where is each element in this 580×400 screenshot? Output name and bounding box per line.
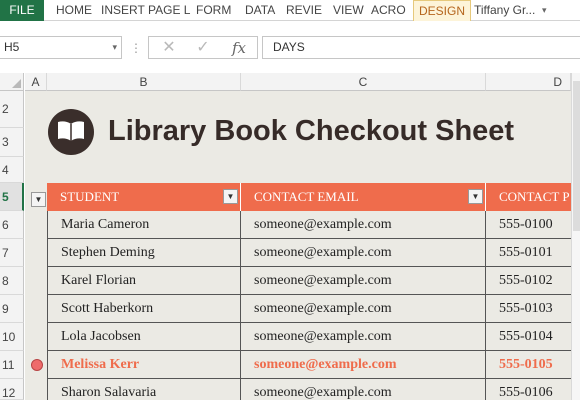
table-cell-student[interactable]: Scott Haberkorn	[47, 295, 241, 323]
tab-home[interactable]: HOME	[56, 0, 92, 21]
table-header-label: STUDENT	[60, 189, 120, 204]
user-account-name[interactable]: Tiffany Gr...	[474, 0, 535, 21]
tab-acrobat[interactable]: ACRO	[371, 0, 406, 21]
ribbon-tab-bar: FILE HOME INSERT PAGE L FORM DATA REVIE …	[0, 0, 580, 21]
table-cell-student[interactable]: Stephen Deming	[47, 239, 241, 267]
tab-page-layout[interactable]: PAGE L	[148, 0, 190, 21]
row-header-6[interactable]: 6	[0, 211, 24, 239]
tab-insert[interactable]: INSERT	[101, 0, 145, 21]
row-header-3[interactable]: 3	[0, 128, 24, 157]
name-box[interactable]: H5 ▾	[0, 36, 122, 59]
drag-handle-icon[interactable]: ⋮	[130, 41, 143, 55]
enter-icon[interactable]: ✓	[189, 38, 217, 58]
row-header-11[interactable]: 11	[0, 351, 24, 379]
table-cell-student[interactable]: Lola Jacobsen	[47, 323, 241, 351]
row-header-12[interactable]: 12	[0, 379, 24, 400]
column-header-d[interactable]: D	[486, 73, 571, 91]
column-header-c[interactable]: C	[241, 73, 486, 91]
select-all-button[interactable]	[0, 73, 24, 91]
table-header-contact-email[interactable]: CONTACT EMAIL ▼	[241, 183, 486, 211]
table-header-label: CONTACT EMAIL	[254, 189, 359, 204]
row-header-5[interactable]: 5	[0, 183, 24, 211]
table-cell-phone[interactable]: 555-0100	[486, 211, 571, 239]
tab-file[interactable]: FILE	[0, 0, 44, 21]
row-header-4[interactable]: 4	[0, 157, 24, 183]
table-cell-email[interactable]: someone@example.com	[241, 295, 486, 323]
chevron-down-icon[interactable]: ▾	[112, 37, 117, 58]
scrollbar-thumb[interactable]	[573, 81, 580, 231]
table-cell-email[interactable]: someone@example.com	[241, 379, 486, 400]
table-cell-phone[interactable]: 555-0102	[486, 267, 571, 295]
tab-formulas[interactable]: FORM	[196, 0, 231, 21]
table-header-label: CONTACT P	[499, 189, 570, 204]
table-cell-student[interactable]: Sharon Salavaria	[47, 379, 241, 400]
tab-review[interactable]: REVIE	[286, 0, 322, 21]
vertical-scrollbar[interactable]	[571, 73, 580, 400]
table-cell-phone[interactable]: 555-0101	[486, 239, 571, 267]
table-cell-phone[interactable]: 555-0106	[486, 379, 571, 400]
table-cell-email[interactable]: someone@example.com	[241, 323, 486, 351]
table-cell-student[interactable]: Maria Cameron	[47, 211, 241, 239]
table-header-contact-phone[interactable]: CONTACT P	[486, 183, 571, 211]
row-header-2[interactable]: 2	[0, 91, 24, 128]
row-header-8[interactable]: 8	[0, 267, 24, 295]
table-cell-email[interactable]: someone@example.com	[241, 267, 486, 295]
table-cell-phone[interactable]: 555-0104	[486, 323, 571, 351]
formula-buttons: ✕ ✓ fx	[148, 36, 258, 59]
chevron-down-icon[interactable]: ▾	[542, 0, 547, 21]
table-cell-email-highlighted[interactable]: someone@example.com	[241, 351, 486, 379]
tab-design[interactable]: DESIGN	[413, 0, 472, 21]
table-cell-student-highlighted[interactable]: Melissa Kerr	[47, 351, 241, 379]
sheet-title: Library Book Checkout Sheet	[108, 115, 515, 147]
select-all-triangle	[12, 79, 21, 88]
table-cell-email[interactable]: someone@example.com	[241, 239, 486, 267]
name-box-value: H5	[4, 40, 20, 54]
row-header-10[interactable]: 10	[0, 323, 24, 351]
formula-input[interactable]: DAYS	[262, 36, 580, 59]
row-header-7[interactable]: 7	[0, 239, 24, 267]
overdue-marker-icon	[31, 359, 43, 371]
insert-function-icon[interactable]: fx	[225, 38, 253, 58]
tab-data[interactable]: DATA	[245, 0, 275, 21]
filter-dropdown-button[interactable]: ▼	[223, 189, 238, 204]
table-cell-phone[interactable]: 555-0103	[486, 295, 571, 323]
column-header-b[interactable]: B	[47, 73, 241, 91]
column-header-a[interactable]: A	[25, 73, 47, 91]
row-header-9[interactable]: 9	[0, 295, 24, 323]
filter-dropdown-button[interactable]: ▼	[468, 189, 483, 204]
filter-dropdown-button[interactable]: ▼	[31, 192, 46, 207]
formula-bar: H5 ▾ ⋮ ✕ ✓ fx DAYS	[0, 21, 580, 67]
tab-view[interactable]: VIEW	[333, 0, 364, 21]
table-cell-phone-highlighted[interactable]: 555-0105	[486, 351, 571, 379]
open-book-icon	[48, 109, 94, 155]
cancel-icon[interactable]: ✕	[155, 38, 183, 58]
table-header-student[interactable]: STUDENT ▼	[47, 183, 241, 211]
table-cell-student[interactable]: Karel Florian	[47, 267, 241, 295]
table-cell-email[interactable]: someone@example.com	[241, 211, 486, 239]
